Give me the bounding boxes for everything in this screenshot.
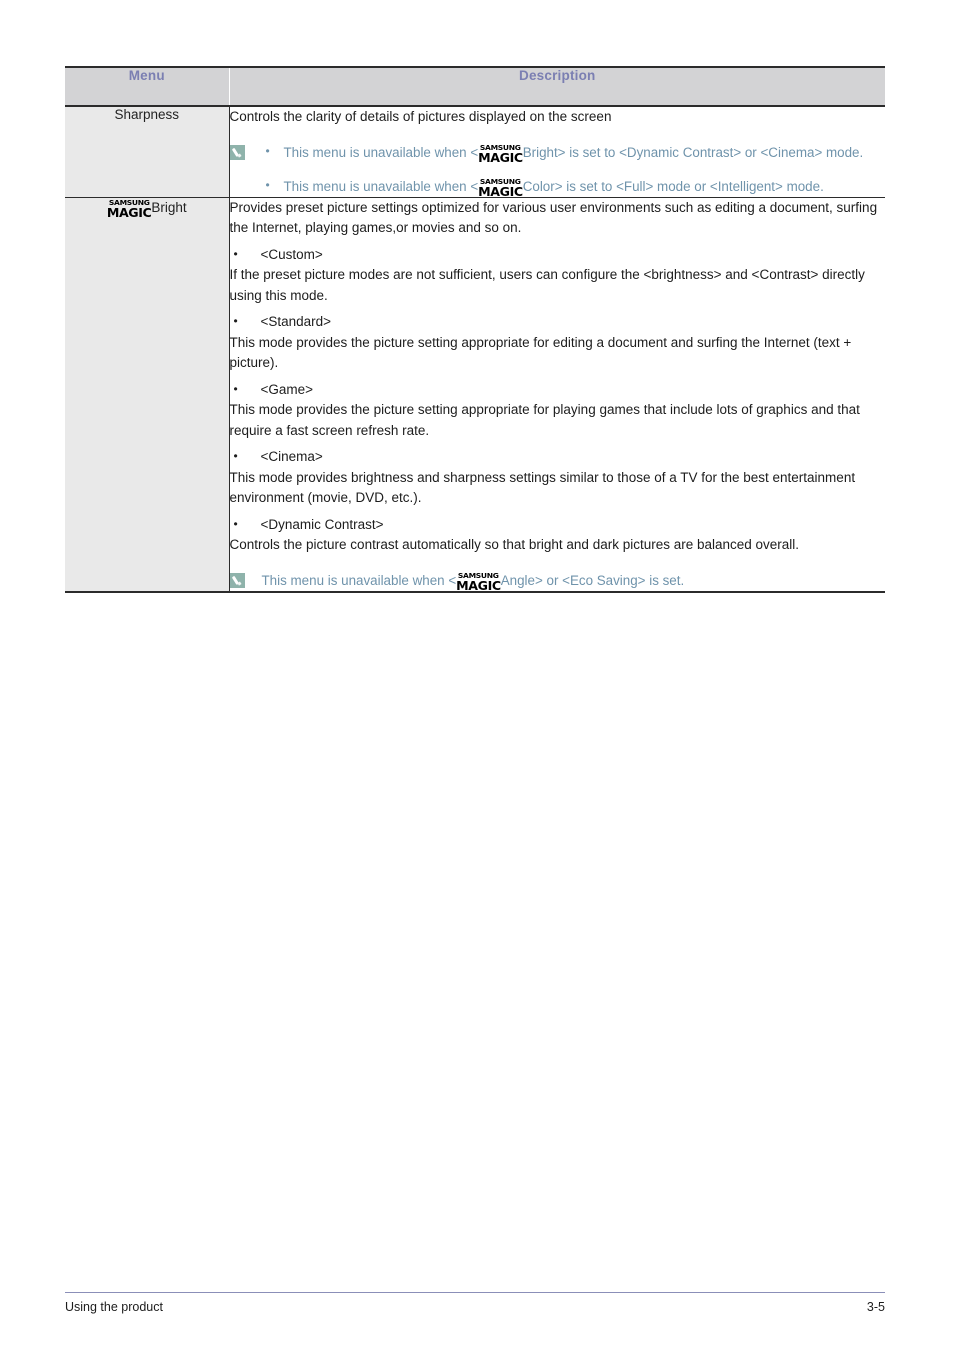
mode-bullet-standard: <Standard> — [230, 311, 886, 333]
description-intro: Provides preset picture settings optimiz… — [229, 199, 878, 236]
logo-bottom-text: MAGIC — [478, 183, 523, 199]
note-bullet-item: This menu is unavailable when <SAMSUNGMA… — [262, 141, 886, 165]
mode-name: <Game> — [260, 381, 314, 397]
mode-description-dynamic-contrast: Controls the picture contrast automatica… — [229, 537, 800, 552]
logo-top-text: SAMSUNG — [108, 197, 150, 207]
description-intro: Controls the clarity of details of pictu… — [229, 109, 612, 124]
table-header: Menu Description — [65, 67, 885, 107]
description-cell-sharpness: Controls the clarity of details of pictu… — [229, 106, 886, 199]
mode-description-custom: If the preset picture modes are not suff… — [229, 267, 865, 303]
table-row: Sharpness Controls the clarity of detail… — [65, 106, 886, 199]
page-footer: Using the product 3-5 — [65, 1292, 885, 1314]
note-pencil-icon — [229, 572, 245, 588]
menu-cell-sharpness: Sharpness — [65, 106, 230, 198]
note-text-pre: This menu is unavailable when < — [283, 144, 479, 160]
table-row: SAMSUNG MAGIC Bright Provides preset pictu… — [65, 197, 885, 592]
logo-top-text: SAMSUNG — [480, 176, 521, 186]
samsung-magic-logo-icon: SAMSUNG MAGIC — [478, 176, 523, 199]
column-header-description: Description — [229, 67, 885, 107]
note-block: This menu is unavailable when <SAMSUNGMA… — [229, 570, 886, 591]
column-header-menu: Menu — [65, 67, 230, 107]
logo-bottom-text: MAGIC — [456, 577, 501, 593]
mode-name: <Custom> — [260, 246, 323, 262]
mode-bullet-game: <Game> — [230, 379, 886, 401]
note-bullet-item: This menu is unavailable when <SAMSUNGMA… — [262, 175, 886, 199]
menu-cell-magicbright: SAMSUNG MAGIC Bright — [65, 197, 230, 592]
footer-page-number: 3-5 — [866, 1300, 885, 1314]
footer-section-label: Using the product — [65, 1300, 163, 1314]
mode-name: <Standard> — [260, 314, 332, 329]
description-cell-magicbright: Provides preset picture settings optimiz… — [229, 197, 885, 592]
table-header-row: Menu Description — [65, 67, 885, 107]
mode-description-cinema: This mode provides brightness and sharpn… — [229, 469, 856, 506]
mode-bullet-dynamic-contrast: <Dynamic Contrast> — [230, 514, 886, 536]
note-text-post: Angle> or <Eco Saving> is set. — [500, 572, 685, 588]
mode-bullet-cinema: <Cinema> — [230, 446, 886, 468]
menu-label: Bright — [151, 199, 187, 215]
menu-label-with-logo: SAMSUNG MAGIC Bright — [107, 198, 187, 218]
logo-bottom-text: MAGIC — [478, 149, 523, 165]
mode-description-game: This mode provides the picture setting a… — [229, 402, 860, 438]
menu-label: Sharpness — [114, 107, 180, 122]
logo-top-text: SAMSUNG — [480, 142, 521, 152]
samsung-magic-logo-icon: SAMSUNG MAGIC — [478, 142, 523, 165]
note-text-pre: This menu is unavailable when < — [283, 178, 479, 194]
document-page: Menu Description Sharpness Controls the … — [0, 0, 954, 1350]
logo-top-text: SAMSUNG — [458, 570, 499, 580]
mode-name: <Cinema> — [260, 449, 323, 464]
mode-description-standard: This mode provides the picture setting a… — [229, 334, 852, 371]
note-text-pre: This menu is unavailable when < — [261, 572, 457, 588]
logo-bottom-text: MAGIC — [106, 204, 152, 220]
mode-bullet-custom: <Custom> — [230, 244, 886, 266]
note-text: This menu is unavailable when < SAMSUNG MA… — [262, 570, 886, 591]
samsung-magic-logo-icon: SAMSUNG MAGIC — [106, 197, 152, 220]
note-block: This menu is unavailable when <SAMSUNGMA… — [229, 141, 886, 199]
note-bullet-list: This menu is unavailable when <SAMSUNGMA… — [262, 141, 886, 199]
menu-description-table: Menu Description Sharpness Controls the … — [65, 66, 885, 593]
mode-name: <Dynamic Contrast> — [260, 516, 384, 532]
samsung-magic-logo-icon: SAMSUNG MAGIC — [456, 570, 501, 593]
note-pencil-icon — [229, 144, 245, 160]
note-text-post: Color> is set to <Full> mode or <Intelli… — [522, 178, 824, 194]
table-body: Sharpness Controls the clarity of detail… — [65, 106, 885, 592]
note-text-post: Bright> is set to <Dynamic Contrast> or … — [522, 144, 864, 160]
